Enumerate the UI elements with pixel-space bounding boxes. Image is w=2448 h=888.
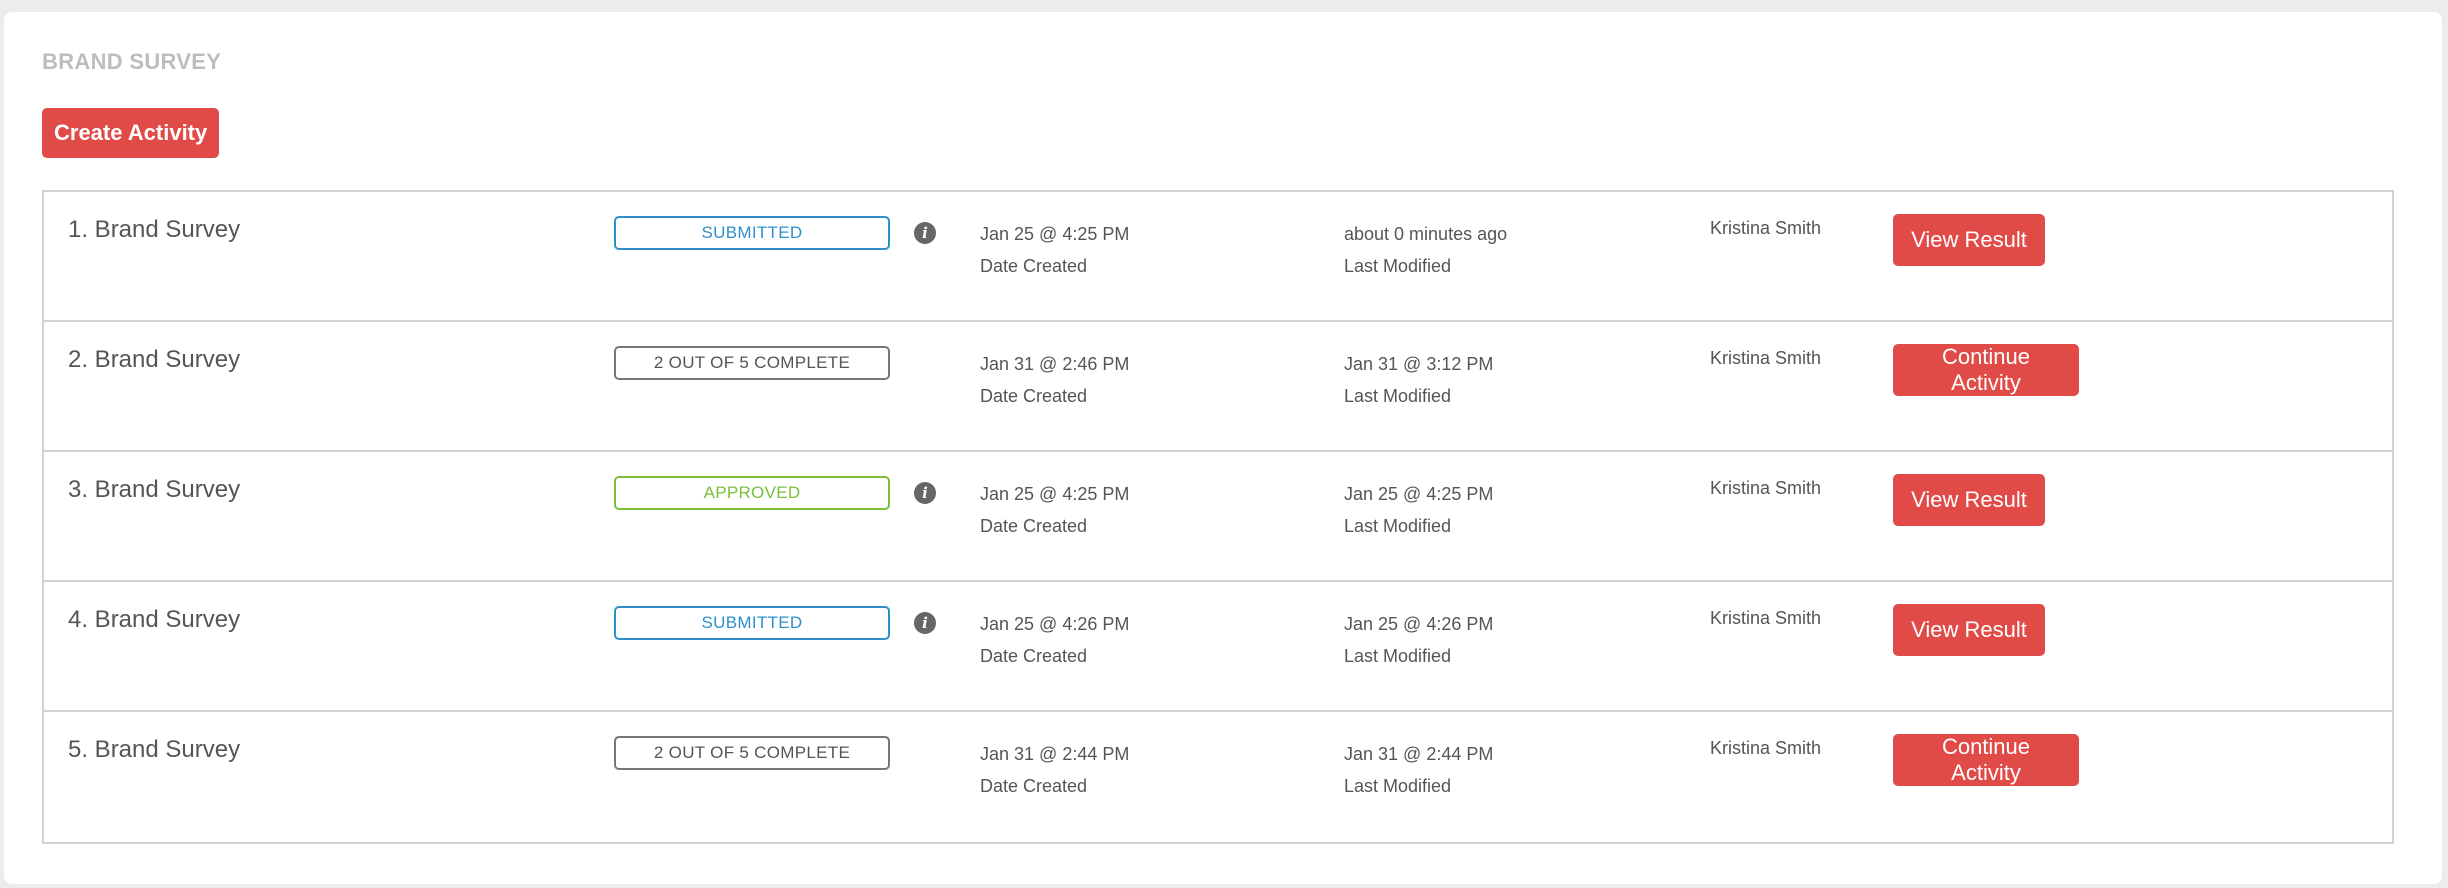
activity-title[interactable]: 3. Brand Survey	[68, 476, 240, 504]
date-created-value: Jan 31 @ 2:44 PM	[980, 744, 1130, 764]
date-created-value: Jan 25 @ 4:25 PM	[980, 224, 1130, 244]
activity-row: 2. Brand Survey 2 OUT OF 5 COMPLETE Jan …	[44, 322, 2392, 452]
date-created-block: Jan 31 @ 2:44 PM Date Created	[980, 738, 1129, 802]
date-created-block: Jan 25 @ 4:26 PM Date Created	[980, 608, 1129, 672]
create-activity-button[interactable]: Create Activity	[42, 108, 220, 158]
last-modified-value: Jan 25 @ 4:25 PM	[1344, 484, 1494, 504]
status-badge: APPROVED	[614, 476, 890, 510]
date-created-value: Jan 25 @ 4:26 PM	[980, 614, 1130, 634]
activity-title[interactable]: 4. Brand Survey	[68, 606, 240, 634]
last-modified-label: Last Modified	[1344, 386, 1452, 406]
last-modified-value: Jan 31 @ 2:44 PM	[1344, 744, 1494, 764]
last-modified-block: Jan 31 @ 3:12 PM Last Modified	[1344, 348, 1493, 412]
last-modified-label: Last Modified	[1344, 256, 1452, 276]
activity-row: 3. Brand Survey APPROVED i Jan 25 @ 4:25…	[44, 452, 2392, 582]
activity-title[interactable]: 2. Brand Survey	[68, 346, 240, 374]
status-badge: SUBMITTED	[614, 606, 890, 640]
activity-row: 4. Brand Survey SUBMITTED i Jan 25 @ 4:2…	[44, 582, 2392, 712]
last-modified-value: Jan 31 @ 3:12 PM	[1344, 354, 1494, 374]
owner-name: Kristina Smith	[1710, 608, 1822, 628]
date-created-label: Date Created	[980, 776, 1088, 796]
view-result-button[interactable]: View Result	[1893, 474, 2045, 526]
last-modified-block: Jan 25 @ 4:25 PM Last Modified	[1344, 478, 1493, 542]
activity-panel: BRAND SURVEY Create Activity 1. Brand Su…	[4, 12, 2442, 884]
last-modified-label: Last Modified	[1344, 516, 1452, 536]
status-badge: SUBMITTED	[614, 216, 890, 250]
date-created-label: Date Created	[980, 516, 1088, 536]
date-created-label: Date Created	[980, 646, 1088, 666]
status-badge: 2 OUT OF 5 COMPLETE	[614, 736, 890, 770]
activity-row: 5. Brand Survey 2 OUT OF 5 COMPLETE Jan …	[44, 712, 2392, 842]
date-created-block: Jan 25 @ 4:25 PM Date Created	[980, 218, 1129, 282]
status-badge: 2 OUT OF 5 COMPLETE	[614, 346, 890, 380]
view-result-button[interactable]: View Result	[1893, 214, 2045, 266]
view-result-button[interactable]: View Result	[1893, 604, 2045, 656]
owner-name: Kristina Smith	[1710, 478, 1822, 498]
last-modified-block: Jan 31 @ 2:44 PM Last Modified	[1344, 738, 1493, 802]
date-created-block: Jan 25 @ 4:25 PM Date Created	[980, 478, 1129, 542]
last-modified-label: Last Modified	[1344, 776, 1452, 796]
last-modified-value: about 0 minutes ago	[1344, 224, 1508, 244]
owner-name: Kristina Smith	[1710, 348, 1822, 368]
activity-row: 1. Brand Survey SUBMITTED i Jan 25 @ 4:2…	[44, 192, 2392, 322]
info-icon[interactable]: i	[914, 612, 936, 634]
date-created-block: Jan 31 @ 2:46 PM Date Created	[980, 348, 1129, 412]
last-modified-label: Last Modified	[1344, 646, 1452, 666]
owner-name: Kristina Smith	[1710, 218, 1822, 238]
info-icon[interactable]: i	[914, 482, 936, 504]
owner-name: Kristina Smith	[1710, 738, 1822, 758]
last-modified-value: Jan 25 @ 4:26 PM	[1344, 614, 1494, 634]
section-title: BRAND SURVEY	[42, 49, 222, 74]
date-created-label: Date Created	[980, 256, 1088, 276]
activity-title[interactable]: 1. Brand Survey	[68, 216, 240, 244]
date-created-value: Jan 31 @ 2:46 PM	[980, 354, 1130, 374]
last-modified-block: Jan 25 @ 4:26 PM Last Modified	[1344, 608, 1493, 672]
activity-title[interactable]: 5. Brand Survey	[68, 736, 240, 764]
last-modified-block: about 0 minutes ago Last Modified	[1344, 218, 1507, 282]
info-icon[interactable]: i	[914, 222, 936, 244]
continue-activity-button[interactable]: Continue Activity	[1893, 344, 2079, 396]
activity-list: 1. Brand Survey SUBMITTED i Jan 25 @ 4:2…	[42, 190, 2394, 844]
date-created-label: Date Created	[980, 386, 1088, 406]
continue-activity-button[interactable]: Continue Activity	[1893, 734, 2079, 786]
date-created-value: Jan 25 @ 4:25 PM	[980, 484, 1130, 504]
